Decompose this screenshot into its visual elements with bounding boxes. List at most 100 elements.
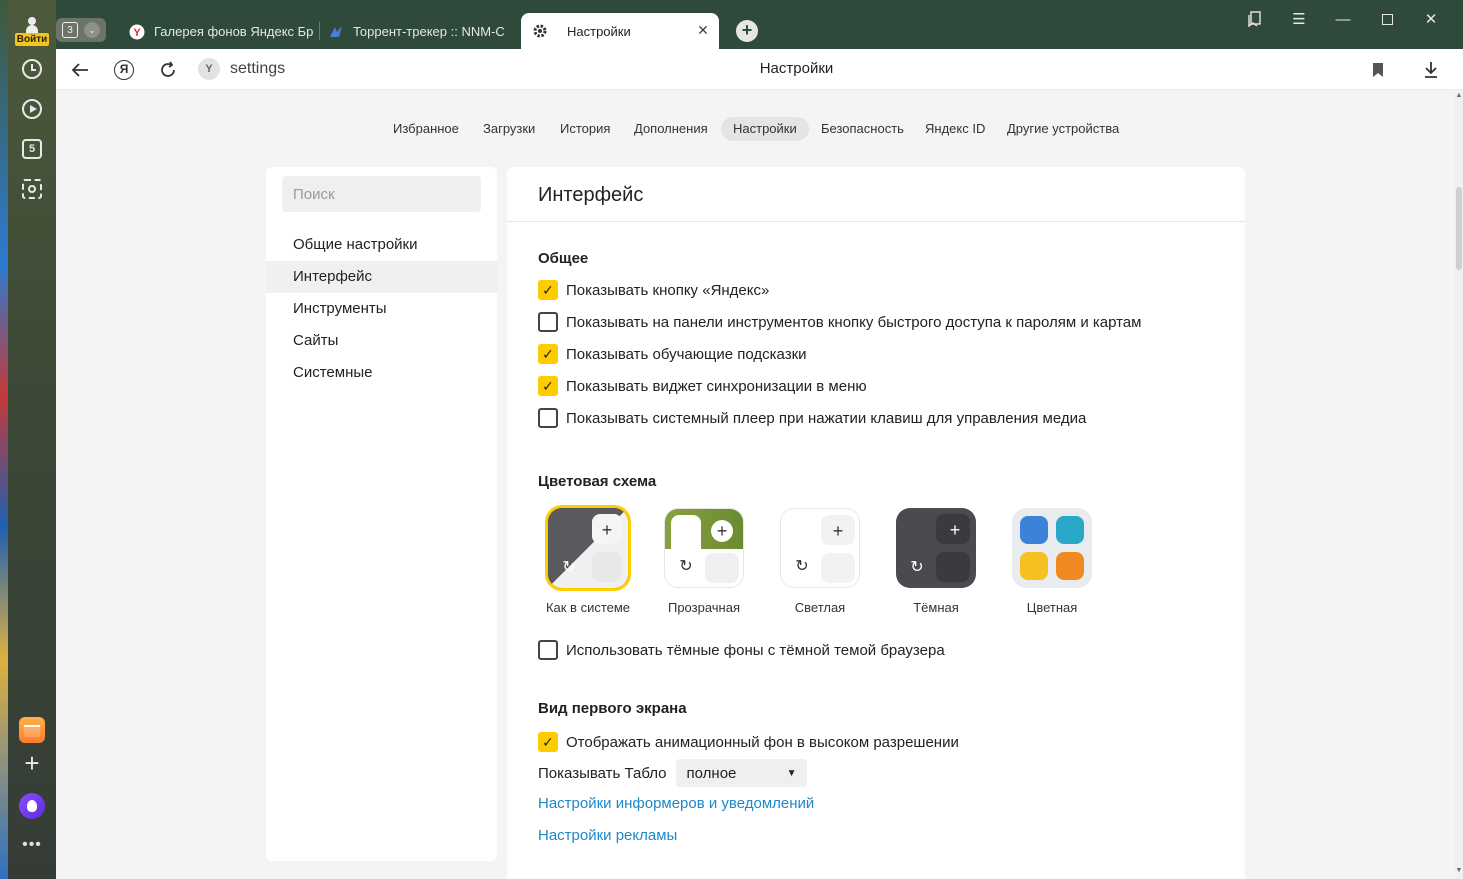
titlebar: 3 ⌄ Y Галерея фонов Яндекс Бр Торрент-тр… <box>56 0 1463 49</box>
settings-nav: Избранное Загрузки История Дополнения На… <box>56 117 1455 141</box>
five-icon: 5 <box>22 139 42 159</box>
sidebar-item-sites[interactable]: Сайты <box>266 325 497 357</box>
checkbox-checked[interactable]: ✓ <box>538 732 558 752</box>
option-show-hints[interactable]: ✓ Показывать обучающие подсказки <box>538 343 807 365</box>
mail-app-icon[interactable] <box>19 717 45 743</box>
plus-icon: + <box>601 519 613 540</box>
theme-dark[interactable]: + ↻ Тёмная <box>890 508 982 615</box>
settings-sidebar: Общие настройки Интерфейс Инструменты Са… <box>266 167 497 861</box>
nav-item-yandex-id[interactable]: Яндекс ID <box>913 117 997 141</box>
search-input[interactable] <box>282 176 481 212</box>
scrollbar[interactable]: ▲ ▼ <box>1455 90 1463 879</box>
menu-icon[interactable]: ☰ <box>1286 8 1312 30</box>
nav-item-favorites[interactable]: Избранное <box>381 117 471 141</box>
tablo-select[interactable]: полное ▼ <box>675 759 807 787</box>
plus-icon: + <box>832 520 844 541</box>
tablo-row: Показывать Табло полное ▼ <box>538 759 807 787</box>
reload-icon[interactable] <box>155 57 181 83</box>
browser-sidebar: Войти 5 + ••• <box>8 0 56 879</box>
tab-separator <box>319 22 320 40</box>
nav-item-other-devices[interactable]: Другие устройства <box>995 117 1131 141</box>
sidebar-item-tools[interactable]: Инструменты <box>266 293 497 325</box>
option-dark-backgrounds[interactable]: Использовать тёмные фоны с тёмной темой … <box>538 639 945 661</box>
alice-icon[interactable] <box>19 793 45 819</box>
checkbox[interactable] <box>538 312 558 332</box>
tab-title: Торрент-трекер :: NNM-C <box>353 24 505 39</box>
scroll-down-icon[interactable]: ▼ <box>1455 867 1463 877</box>
scroll-thumb[interactable] <box>1456 187 1462 270</box>
more-icon[interactable]: ••• <box>18 836 46 856</box>
theme-colorful[interactable]: Цветная <box>1006 508 1098 615</box>
checkbox[interactable] <box>538 640 558 660</box>
back-icon[interactable] <box>67 57 93 83</box>
informers-settings-link[interactable]: Настройки информеров и уведомлений <box>538 795 814 812</box>
plus-icon: + <box>949 519 961 540</box>
refresh-icon: ↻ <box>679 558 693 575</box>
nav-item-settings[interactable]: Настройки <box>721 117 809 141</box>
option-show-sync-widget[interactable]: ✓ Показывать виджет синхронизации в меню <box>538 375 867 397</box>
checkbox-checked[interactable]: ✓ <box>538 344 558 364</box>
gear-icon <box>532 23 548 39</box>
tab-settings[interactable]: Настройки ✕ <box>521 13 719 49</box>
checkbox[interactable] <box>538 408 558 428</box>
sidebar-item-interface[interactable]: Интерфейс <box>266 261 497 293</box>
checkbox-checked[interactable]: ✓ <box>538 376 558 396</box>
option-animated-background[interactable]: ✓ Отображать анимационный фон в высоком … <box>538 731 959 753</box>
bookmark-icon[interactable] <box>1365 57 1391 83</box>
option-show-yandex-button[interactable]: ✓ Показывать кнопку «Яндекс» <box>538 279 769 301</box>
interface-settings-panel: Интерфейс Общее ✓ Показывать кнопку «Янд… <box>507 167 1245 879</box>
nav-item-downloads[interactable]: Загрузки <box>471 117 547 141</box>
site-info-icon[interactable]: Y <box>198 58 220 80</box>
close-icon[interactable]: ✕ <box>695 22 711 38</box>
sidebar-item-general[interactable]: Общие настройки <box>266 229 497 261</box>
tab-counter[interactable]: 3 ⌄ <box>56 18 106 42</box>
theme-light-thumb: + ↻ <box>780 508 860 588</box>
torrent-favicon-icon <box>328 24 344 40</box>
minimize-icon[interactable]: — <box>1330 8 1356 30</box>
bookmarks-panel-icon[interactable] <box>1242 8 1268 30</box>
scroll-up-icon[interactable]: ▲ <box>1455 92 1463 102</box>
theme-transparent[interactable]: + ↻ Прозрачная <box>658 508 750 615</box>
general-section-title: Общее <box>538 250 589 267</box>
tab-gallery[interactable]: Y Галерея фонов Яндекс Бр <box>129 14 314 49</box>
refresh-icon: ↻ <box>910 559 924 576</box>
window-close-icon[interactable]: ✕ <box>1418 8 1444 30</box>
theme-light[interactable]: + ↻ Светлая <box>774 508 866 615</box>
desktop-edge <box>0 0 8 879</box>
tablo-label: Показывать Табло <box>538 764 667 782</box>
sidebar-item-system[interactable]: Системные <box>266 357 497 389</box>
add-sidebar-app-icon[interactable]: + <box>18 750 46 778</box>
option-show-passwords-button[interactable]: Показывать на панели инструментов кнопку… <box>538 311 1141 333</box>
maximize-icon[interactable] <box>1374 8 1400 30</box>
nav-item-security[interactable]: Безопасность <box>809 117 916 141</box>
login-label: Войти <box>15 33 49 46</box>
nav-item-history[interactable]: История <box>548 117 622 141</box>
theme-transparent-thumb: + ↻ <box>664 508 744 588</box>
video-button[interactable] <box>18 95 46 123</box>
tab-torrent[interactable]: Торрент-трекер :: NNM-C <box>328 14 513 49</box>
download-icon[interactable] <box>1418 57 1444 83</box>
nav-item-extensions[interactable]: Дополнения <box>622 117 720 141</box>
tab-title: Галерея фонов Яндекс Бр <box>154 24 314 39</box>
chevron-down-icon: ▼ <box>786 767 797 779</box>
five-button[interactable]: 5 <box>18 135 46 163</box>
history-button[interactable] <box>18 55 46 83</box>
theme-system[interactable]: + ↻ Как в системе <box>542 508 634 615</box>
login-button[interactable]: Войти <box>13 14 51 48</box>
toolbar: Настройки Я Y settings <box>56 49 1463 90</box>
ads-settings-link[interactable]: Настройки рекламы <box>538 827 677 844</box>
checkbox-checked[interactable]: ✓ <box>538 280 558 300</box>
color-scheme-title: Цветовая схема <box>538 473 657 490</box>
option-show-media-player[interactable]: Показывать системный плеер при нажатии к… <box>538 407 1086 429</box>
new-tab-button[interactable]: + <box>736 20 758 42</box>
clock-icon <box>22 59 42 79</box>
section-title: Интерфейс <box>538 184 644 206</box>
screenshot-button[interactable] <box>18 175 46 203</box>
address-bar[interactable]: settings <box>230 60 285 78</box>
camera-icon <box>22 179 42 199</box>
yandex-button[interactable]: Я <box>111 57 137 83</box>
first-screen-title: Вид первого экрана <box>538 700 687 717</box>
refresh-icon: ↻ <box>795 558 809 575</box>
play-icon <box>22 99 42 119</box>
plus-icon: + <box>711 520 733 542</box>
